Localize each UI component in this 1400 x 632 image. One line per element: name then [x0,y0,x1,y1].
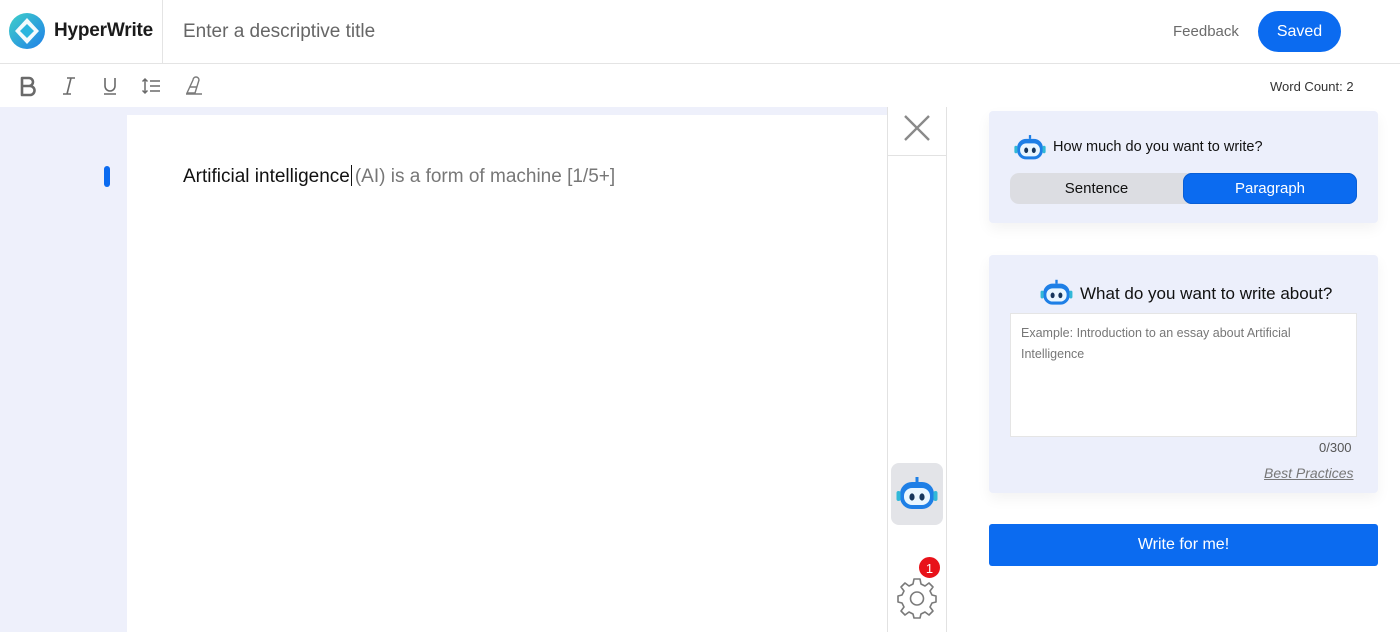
robot-icon [1040,279,1073,305]
gear-icon[interactable] [895,576,939,620]
column-divider [888,155,946,156]
header-divider [162,0,163,64]
sentence-option[interactable]: Sentence [1010,173,1183,204]
robot-icon [896,477,938,509]
editor-page[interactable] [127,115,887,632]
best-practices-link[interactable]: Best Practices [1264,465,1353,481]
length-question: How much do you want to write? [1053,139,1263,155]
notification-badge: 1 [918,556,941,579]
topic-input[interactable] [1010,313,1357,437]
hyperwrite-logo-icon[interactable] [8,12,46,50]
text-caret [350,165,352,186]
underline-icon[interactable] [99,75,121,97]
italic-icon[interactable] [58,75,80,97]
ai-assistant-button[interactable] [891,463,943,525]
app-header: HyperWrite Feedback Saved [0,0,1400,64]
robot-icon [1014,135,1046,160]
editor-content[interactable]: Artificial intelligence (AI) is a form of… [183,165,615,188]
line-marker [104,166,110,187]
format-toolbar [0,65,1400,107]
close-icon[interactable] [902,113,932,143]
document-title-input[interactable] [175,14,775,50]
line-height-icon[interactable] [140,75,162,97]
typed-text: Artificial intelligence [183,166,350,187]
word-count-label: Word Count: [1270,79,1343,94]
saved-button[interactable]: Saved [1258,11,1341,52]
feedback-link[interactable]: Feedback [1173,23,1239,40]
clear-format-icon[interactable] [183,75,205,97]
paragraph-option[interactable]: Paragraph [1183,173,1357,204]
word-count: Word Count: 2 [1270,79,1354,94]
ai-suggestion[interactable]: (AI) is a form of machine [1/5+] [355,166,615,187]
topic-question: What do you want to write about? [1080,284,1333,303]
bold-icon[interactable] [17,75,39,97]
word-count-value: 2 [1346,79,1354,94]
char-count: 0/300 [1319,440,1352,455]
write-for-me-button[interactable]: Write for me! [989,524,1378,566]
tool-column [887,107,947,632]
brand-name: HyperWrite [54,20,154,41]
length-panel [989,111,1378,223]
